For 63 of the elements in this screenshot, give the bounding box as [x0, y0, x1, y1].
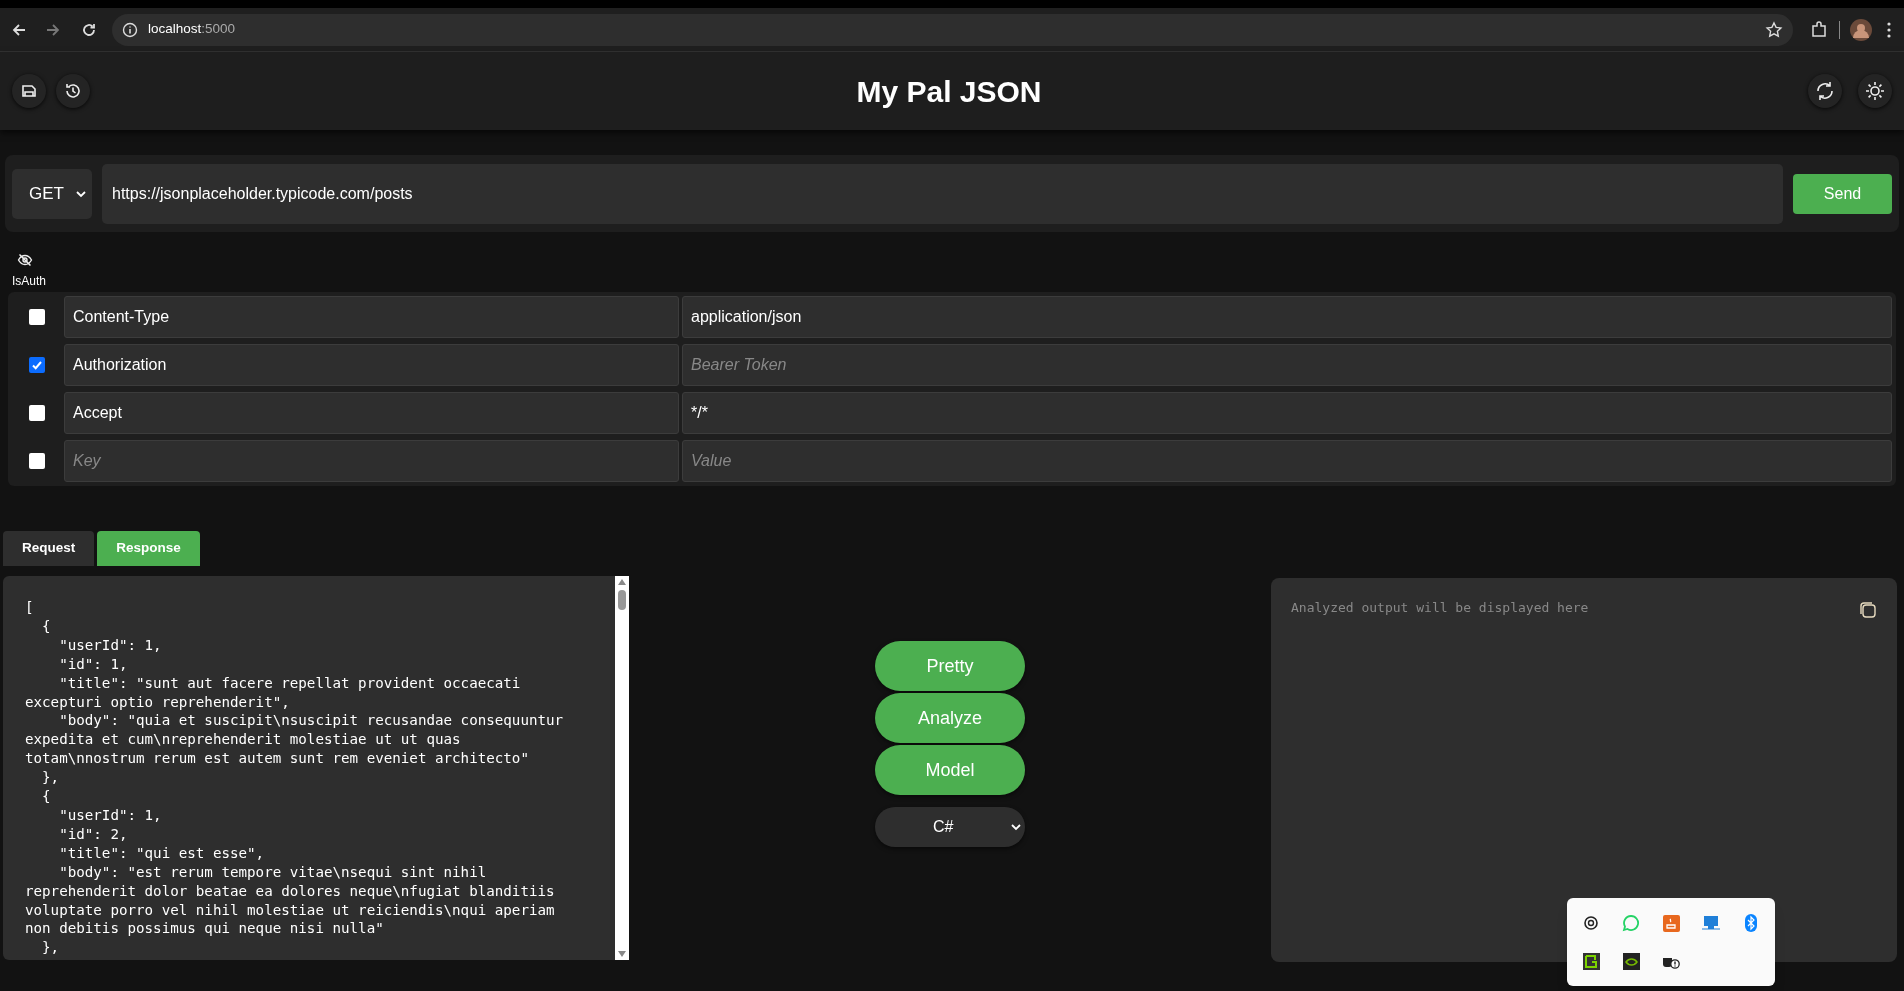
puzzle-icon[interactable]: [1809, 19, 1829, 40]
code-line: "title": "qui est esse",: [58, 843, 265, 863]
chevron-down-icon: [1011, 823, 1021, 831]
scrollbar[interactable]: [615, 576, 629, 960]
code-line: non debitis possimus qui neque nisi nulla": [25, 919, 384, 939]
code-line: "userId": 1,: [58, 805, 162, 825]
info-icon[interactable]: [122, 21, 138, 38]
address-bar[interactable]: localhost:5000: [112, 13, 1793, 46]
history-icon: [63, 81, 83, 101]
header-key-input[interactable]: Accept: [64, 392, 679, 434]
code-line: excepturi optio reprehenderit",: [25, 692, 290, 712]
copy-icon[interactable]: [1859, 601, 1877, 619]
header-key-input[interactable]: Key: [64, 440, 679, 482]
url-input[interactable]: https://jsonplaceholder.typicode.com/posts: [102, 163, 1783, 224]
checkbox[interactable]: [28, 309, 45, 325]
address-text: localhost:5000: [148, 20, 236, 39]
code-line: {: [41, 787, 51, 806]
refresh-button[interactable]: [1808, 74, 1842, 108]
code-line: },: [41, 768, 60, 788]
code-line: "id": 1,: [58, 654, 128, 674]
output-field[interactable]: Analyzed output will be displayed here: [1271, 578, 1897, 962]
app-title: My Pal JSON: [856, 73, 1042, 110]
code-line: "id": 2,: [58, 824, 128, 844]
avatar-icon[interactable]: [1850, 18, 1872, 41]
code-line: },: [41, 938, 60, 958]
theme-button[interactable]: [1858, 74, 1892, 108]
header-key-input[interactable]: Content-Type: [64, 296, 679, 338]
code-line: totam\nnostrum rerum est autem sunt rem eveniet architecto": [25, 749, 529, 769]
code-line: "title": "sunt aut facere repellat provident occaecati: [58, 673, 521, 693]
history-button[interactable]: [56, 74, 90, 108]
menu-icon[interactable]: [1886, 20, 1892, 39]
code-line: expedita et cum\nreprehenderit molestiae ut ut quas: [25, 730, 461, 750]
code-line: reprehenderit dolor beatae ea dolores neque\nfugiat blanditiis: [25, 881, 555, 901]
star-icon[interactable]: [1765, 20, 1783, 39]
code-line: "body": "quia et suscipit\nsuscipit recusandae consequuntur: [58, 711, 564, 731]
scroll-thumb[interactable]: [618, 590, 626, 610]
checkbox[interactable]: [28, 357, 45, 373]
scroll-up-icon[interactable]: [617, 578, 627, 586]
language-select[interactable]: C#: [875, 807, 1025, 847]
code-line: voluptate porro vel nihil molestiae ut reiciendis\nqui aperiam: [25, 900, 555, 920]
header-value-input[interactable]: */*: [682, 392, 1892, 434]
method-select[interactable]: GET: [12, 168, 92, 219]
header-value-input[interactable]: Value: [682, 440, 1892, 482]
tab[interactable]: Request: [3, 531, 95, 566]
code-line: "body": "est rerum tempore vitae\nsequi sint nihil: [58, 862, 487, 882]
is-auth-label: IsAuth: [12, 273, 47, 290]
header-value-input[interactable]: Bearer Token: [682, 344, 1892, 386]
bluetooth-icon[interactable]: [1745, 914, 1757, 933]
header-value-input[interactable]: application/json: [682, 296, 1892, 338]
header-key-input[interactable]: Authorization: [64, 344, 679, 386]
code-line: "userId": 1,: [58, 635, 162, 655]
chevron-down-icon: [76, 189, 86, 198]
monitor-icon[interactable]: [1702, 915, 1720, 932]
checkbox[interactable]: [28, 405, 45, 421]
refresh-icon: [1814, 80, 1836, 102]
save-button[interactable]: [12, 74, 46, 108]
scroll-down-icon[interactable]: [617, 950, 627, 958]
code-line: [: [25, 598, 34, 617]
sun-icon: [1864, 80, 1886, 102]
code-line: {: [41, 616, 51, 636]
eye-logo-icon[interactable]: [1622, 952, 1640, 970]
checkbox[interactable]: [28, 453, 45, 469]
eye-off-icon[interactable]: [17, 252, 33, 268]
